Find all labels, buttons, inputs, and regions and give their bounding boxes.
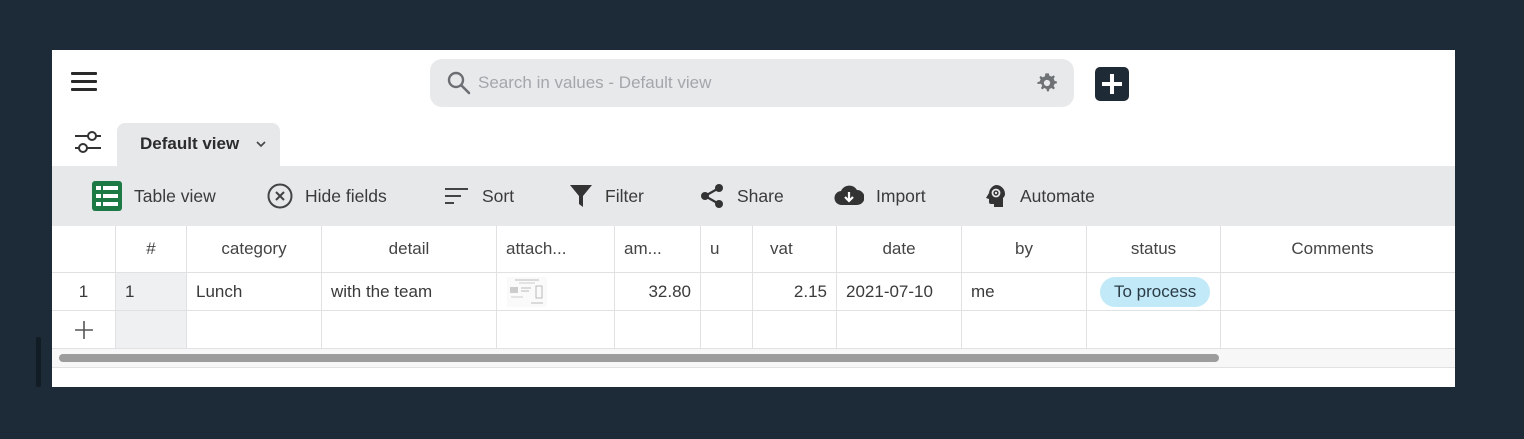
search-input[interactable] — [478, 59, 1018, 107]
sort-icon — [445, 188, 468, 204]
filter-label: Filter — [605, 185, 644, 206]
gear-icon[interactable] — [1036, 72, 1058, 94]
row-number: 1 — [78, 281, 89, 301]
horizontal-scrollbar[interactable] — [52, 348, 1455, 368]
table-header-row: # category detail attach... am... u vat … — [52, 226, 1455, 273]
table-view-button[interactable]: Table view — [92, 166, 216, 226]
cell-amount[interactable]: 32.80 — [614, 273, 700, 310]
column-header-category[interactable]: category — [186, 226, 321, 272]
cell-comments[interactable] — [1220, 273, 1444, 310]
column-header-detail[interactable]: detail — [321, 226, 496, 272]
search-icon — [447, 71, 471, 95]
empty-cell[interactable] — [186, 311, 321, 348]
automate-icon — [986, 185, 1005, 207]
app-window: Default view Table view Hide fields — [52, 50, 1455, 387]
tab-default-view[interactable]: Default view — [117, 123, 280, 166]
hide-fields-icon — [267, 183, 293, 209]
empty-cell[interactable] — [614, 311, 700, 348]
share-label: Share — [737, 185, 784, 206]
scrollbar-thumb[interactable] — [59, 354, 1219, 362]
column-header-comments[interactable]: Comments — [1220, 226, 1444, 272]
add-row-button[interactable] — [52, 311, 115, 348]
hide-fields-button[interactable]: Hide fields — [267, 166, 387, 226]
cell-date[interactable]: 2021-07-10 — [836, 273, 961, 310]
column-header-attachment[interactable]: attach... — [496, 226, 614, 272]
sort-button[interactable]: Sort — [444, 166, 514, 226]
import-label: Import — [876, 185, 926, 206]
sort-label: Sort — [482, 185, 515, 206]
add-row — [52, 311, 1455, 349]
column-header-status[interactable]: status — [1086, 226, 1220, 272]
column-header-amount[interactable]: am... — [614, 226, 700, 272]
chevron-down-icon — [256, 141, 266, 148]
view-options-icon[interactable] — [74, 129, 102, 155]
plus-icon — [1102, 74, 1122, 94]
filter-button[interactable]: Filter — [569, 166, 644, 226]
search-bar — [430, 59, 1074, 107]
window-edge-handle — [36, 337, 41, 387]
table-view-label: Table view — [134, 185, 216, 206]
import-icon — [834, 185, 864, 206]
automate-label: Automate — [1020, 185, 1095, 206]
cell-unit[interactable] — [700, 273, 752, 310]
cell-id[interactable]: 1 — [115, 273, 186, 310]
empty-cell[interactable] — [1220, 311, 1444, 348]
empty-cell[interactable] — [496, 311, 614, 348]
table-row: 1 1 Lunch with the team 32.80 2.15 2021-… — [52, 273, 1455, 311]
cell-category[interactable]: Lunch — [186, 273, 321, 310]
empty-cell[interactable] — [961, 311, 1086, 348]
add-button[interactable] — [1095, 67, 1129, 101]
cell-status[interactable]: To process — [1086, 273, 1220, 310]
menu-icon[interactable] — [70, 70, 98, 94]
share-icon — [701, 184, 723, 208]
column-header-id[interactable]: # — [115, 226, 186, 272]
view-tab-label: Default view — [140, 134, 240, 153]
plus-icon — [74, 320, 93, 339]
empty-cell[interactable] — [836, 311, 961, 348]
empty-cell[interactable] — [1086, 311, 1220, 348]
column-header-by[interactable]: by — [961, 226, 1086, 272]
cell-detail[interactable]: with the team — [321, 273, 496, 310]
import-button[interactable]: Import — [834, 166, 926, 226]
empty-cell[interactable] — [321, 311, 496, 348]
receipt-thumbnail-icon — [507, 276, 547, 307]
table-view-icon — [92, 181, 122, 211]
empty-cell[interactable] — [115, 311, 186, 348]
cell-attachment[interactable] — [496, 273, 614, 310]
column-header-date[interactable]: date — [836, 226, 961, 272]
empty-cell[interactable] — [752, 311, 836, 348]
column-header-unit[interactable]: u — [700, 226, 752, 272]
cell-vat[interactable]: 2.15 — [752, 273, 836, 310]
cell-by[interactable]: me — [961, 273, 1086, 310]
empty-cell[interactable] — [700, 311, 752, 348]
share-button[interactable]: Share — [699, 166, 784, 226]
filter-icon — [570, 185, 592, 207]
toolbar: Table view Hide fields Sort Filter Share… — [52, 166, 1455, 226]
hide-fields-label: Hide fields — [305, 185, 387, 206]
status-badge[interactable]: To process — [1100, 276, 1211, 307]
automate-button[interactable]: Automate — [984, 166, 1095, 226]
column-header-vat[interactable]: vat — [752, 226, 836, 272]
